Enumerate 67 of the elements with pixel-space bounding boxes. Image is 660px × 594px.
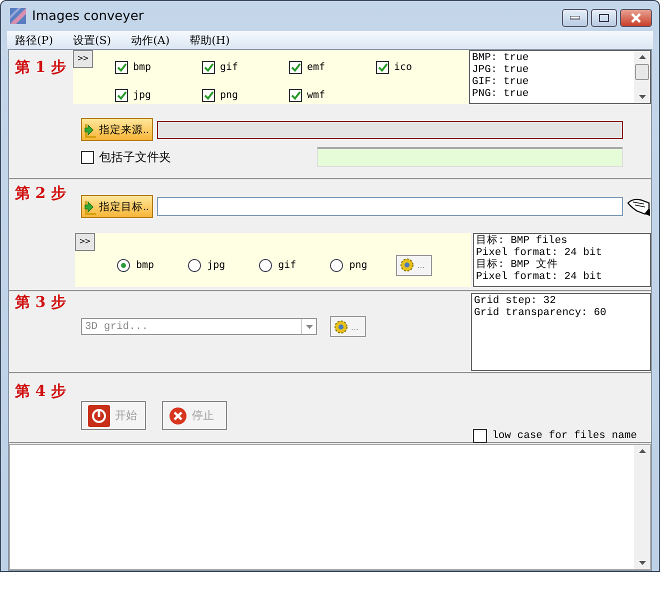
window-title: Images conveyer: [32, 8, 144, 24]
info-line: PNG: true: [472, 88, 530, 100]
close-button[interactable]: [620, 9, 652, 27]
scroll-down-icon[interactable]: [638, 561, 646, 565]
info-line: Grid transparency: 60: [474, 307, 608, 319]
checkmark-icon: [116, 63, 126, 72]
info-line: JPG: true: [472, 64, 530, 76]
checkmark-icon: [290, 91, 300, 100]
info-line: 目标: BMP files: [476, 235, 568, 247]
menu-item[interactable]: 帮助(H): [190, 32, 230, 48]
format-checkbox[interactable]: bmp: [115, 59, 202, 76]
menu-item[interactable]: 动作(A): [131, 32, 170, 48]
arrow-icon: [84, 198, 98, 214]
scrollbar[interactable]: [634, 51, 650, 103]
info-line: BMP: true: [472, 52, 530, 64]
format-radio[interactable]: bmp: [117, 258, 154, 272]
target-button[interactable]: 指定目标..: [81, 195, 153, 218]
format-radio[interactable]: gif: [259, 258, 296, 272]
source-path-field[interactable]: [157, 120, 623, 138]
menu-item[interactable]: 路径(P): [15, 32, 53, 48]
step-label: 第 2 步: [14, 183, 67, 204]
scroll-down-icon[interactable]: [638, 95, 646, 99]
format-radio[interactable]: png: [330, 258, 368, 272]
step-label: 第 1 步: [14, 57, 67, 78]
maximize-icon: [599, 14, 609, 22]
power-icon: [88, 404, 110, 426]
format-checkbox[interactable]: png: [202, 87, 289, 104]
menu-item[interactable]: 设置(S): [72, 32, 112, 48]
checkmark-icon: [290, 63, 300, 72]
format-checkbox[interactable]: jpg: [115, 87, 202, 104]
target-path-field[interactable]: [157, 197, 623, 216]
include-subfolders-checkbox[interactable]: 包括子文件夹: [81, 148, 317, 166]
info-line: 目标: BMP 文件: [476, 259, 559, 271]
checkmark-icon: [378, 63, 388, 72]
caret-icon: [306, 324, 312, 328]
expand-button[interactable]: >>: [75, 233, 95, 251]
format-checkbox[interactable]: gif: [202, 59, 289, 76]
step-label: 第 4 步: [14, 381, 67, 401]
status-field[interactable]: [317, 147, 623, 167]
format-checkbox[interactable]: ico: [376, 59, 463, 76]
source-button[interactable]: 指定来源..: [81, 118, 153, 141]
lowercase-checkbox[interactable]: low case for files name: [473, 429, 637, 443]
close-icon: [169, 406, 187, 424]
app-icon: [10, 8, 26, 24]
maximize-button[interactable]: [591, 9, 617, 27]
hand-icon[interactable]: [627, 197, 651, 217]
arrow-icon: [84, 122, 98, 138]
step-label: 第 3 步: [14, 292, 66, 311]
minimize-icon: [570, 16, 580, 20]
format-radio[interactable]: jpg: [188, 258, 226, 272]
checkmark-icon: [204, 91, 214, 100]
expand-button[interactable]: >>: [73, 50, 93, 68]
scroll-up-icon[interactable]: [638, 449, 646, 453]
checkmark-icon: [204, 63, 214, 72]
info-line: Pixel format: 24 bit: [476, 247, 604, 259]
info-line: Pixel format: 24 bit: [476, 271, 604, 283]
scroll-up-icon[interactable]: [638, 55, 646, 59]
minimize-button[interactable]: [562, 9, 588, 27]
scrollbar[interactable]: [634, 445, 650, 569]
info-line: Grid step: 32: [474, 295, 557, 307]
format-checkbox[interactable]: emf: [289, 59, 376, 76]
gear-icon: [399, 257, 416, 273]
checkmark-icon: [116, 91, 126, 100]
gear-icon: [333, 318, 349, 334]
close-icon: [630, 13, 642, 23]
info-line: GIF: true: [472, 76, 530, 88]
format-checkbox[interactable]: wmf: [289, 87, 376, 104]
